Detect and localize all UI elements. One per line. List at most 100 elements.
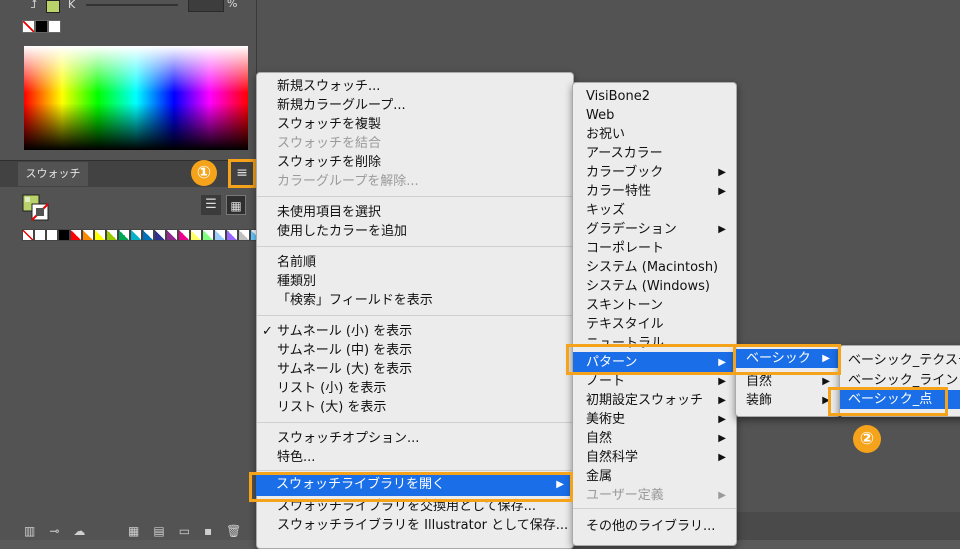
menu-item-label: 自然科学 xyxy=(586,450,639,465)
swatch-cell[interactable] xyxy=(238,229,250,241)
menu_main-item[interactable]: 使用したカラーを追加 xyxy=(257,222,573,241)
k-value-input[interactable] xyxy=(188,0,224,12)
swatch-cell[interactable] xyxy=(70,229,82,241)
menu-separator xyxy=(257,315,573,316)
menu_library-item[interactable]: お祝い xyxy=(573,125,736,144)
menu_main-item[interactable]: サムネール (小) を表示 ✓ xyxy=(257,322,573,341)
menu_library-item[interactable]: Web xyxy=(573,106,736,125)
menu_main-item[interactable]: スウォッチオプション... xyxy=(257,429,573,448)
menu-item-label: システム (Macintosh) xyxy=(586,260,719,275)
menu_main-item[interactable]: スウォッチを複製 xyxy=(257,115,573,134)
grid-icon[interactable]: ▦ xyxy=(128,524,139,540)
menu_library-item[interactable]: カラーブック ▶ xyxy=(573,163,736,182)
swap-arrow-icon[interactable]: ⮥ xyxy=(30,0,37,12)
swatch-cell[interactable] xyxy=(118,229,130,241)
menu_library-item[interactable]: スキントーン xyxy=(573,296,736,315)
swatch-cell[interactable] xyxy=(58,229,70,241)
menu_library-item[interactable]: コーポレート xyxy=(573,239,736,258)
menu_main-item[interactable]: スウォッチライブラリを Illustrator として保存... xyxy=(257,516,573,535)
menu_library-item[interactable]: 金属 xyxy=(573,467,736,486)
menu_library-item[interactable]: カラー特性 ▶ xyxy=(573,182,736,201)
swatch-cell[interactable] xyxy=(166,229,178,241)
white-swatch[interactable] xyxy=(48,20,61,33)
highlight-open-library xyxy=(249,472,573,502)
k-slider[interactable] xyxy=(86,4,178,6)
swatch-cell[interactable] xyxy=(130,229,142,241)
menu-item-label: スウォッチライブラリを Illustrator として保存... xyxy=(277,518,569,533)
menu_main-item[interactable]: リスト (大) を表示 xyxy=(257,398,573,417)
menu-item-label: 装飾 xyxy=(746,393,773,408)
swatch-cell[interactable] xyxy=(46,229,58,241)
menu_main-item[interactable]: 新規カラーグループ... xyxy=(257,96,573,115)
menu_pattern-item[interactable]: 装飾 ▶ xyxy=(736,391,840,410)
menu_basic-item[interactable]: ベーシック_テクスチャ xyxy=(840,351,960,370)
black-swatch[interactable] xyxy=(35,20,48,33)
fill-stroke-indicator[interactable] xyxy=(22,194,50,222)
k-channel-label: K xyxy=(68,0,76,11)
trash-icon[interactable]: 🗑 xyxy=(226,524,241,540)
menu_library-item[interactable]: テキスタイル xyxy=(573,315,736,334)
swatch-cell[interactable] xyxy=(106,229,118,241)
menu-item-label: サムネール (中) を表示 xyxy=(277,343,413,358)
swatch-cell[interactable] xyxy=(142,229,154,241)
swatch-cell[interactable] xyxy=(202,229,214,241)
menu_library-item[interactable]: 自然 ▶ xyxy=(573,429,736,448)
menu-item-label: その他のライブラリ... xyxy=(586,519,716,534)
current-fill-swatch[interactable] xyxy=(46,0,60,13)
submenu-arrow-icon: ▶ xyxy=(718,186,726,197)
menu_library-item[interactable]: 初期設定スウォッチ ▶ xyxy=(573,391,736,410)
menu-item-label: ノート xyxy=(586,374,626,389)
swatch-cell[interactable] xyxy=(226,229,238,241)
menu-item-label: コーポレート xyxy=(586,241,665,256)
menu_main-item[interactable]: サムネール (大) を表示 xyxy=(257,360,573,379)
swatch-cell[interactable] xyxy=(82,229,94,241)
submenu-arrow-icon: ▶ xyxy=(718,490,726,501)
menu_main-item[interactable]: リスト (小) を表示 xyxy=(257,379,573,398)
tab-swatches[interactable]: スウォッチ xyxy=(18,162,88,186)
link-icon[interactable]: ⊸ xyxy=(49,524,59,540)
menu_library-item[interactable]: VisiBone2 xyxy=(573,87,736,106)
options-icon[interactable]: ▤ xyxy=(153,524,164,540)
swatch-none[interactable] xyxy=(22,229,34,241)
menu_library-item[interactable]: システム (Windows) xyxy=(573,277,736,296)
check-icon: ✓ xyxy=(262,324,273,339)
menu-item-label: カラー特性 xyxy=(586,184,652,199)
menu_library-item[interactable]: グラデーション ▶ xyxy=(573,220,736,239)
panel-bottom-tools-right: ▦ ▤ ▭ ▪ 🗑 xyxy=(128,524,241,540)
grid-view-button[interactable]: ▦ xyxy=(226,195,246,215)
menu_library-item[interactable]: その他のライブラリ... xyxy=(573,517,736,536)
menu_main-item[interactable]: 種類別 xyxy=(257,272,573,291)
new-swatch-icon[interactable]: ▪ xyxy=(204,524,212,540)
menu-separator xyxy=(257,246,573,247)
swatch-cell[interactable] xyxy=(178,229,190,241)
color-spectrum[interactable] xyxy=(24,46,248,150)
none-swatch[interactable] xyxy=(22,20,35,33)
menu_main-item: カラーグループを解除... xyxy=(257,172,573,191)
menu_library-item[interactable]: 自然科学 ▶ xyxy=(573,448,736,467)
swatch-registration[interactable] xyxy=(34,229,46,241)
menu-item-label: アースカラー xyxy=(586,146,663,161)
swatch-cell[interactable] xyxy=(94,229,106,241)
menu_library-item[interactable]: キッズ xyxy=(573,201,736,220)
menu_main-item[interactable]: サムネール (中) を表示 xyxy=(257,341,573,360)
menu_main-item[interactable]: 「検索」フィールドを表示 xyxy=(257,291,573,310)
swatch-cell[interactable] xyxy=(190,229,202,241)
menu_library-item[interactable]: システム (Macintosh) xyxy=(573,258,736,277)
menu_main-item[interactable]: 新規スウォッチ... xyxy=(257,77,573,96)
menu-item-label: リスト (大) を表示 xyxy=(277,400,387,415)
menu_main-item[interactable]: 名前順 xyxy=(257,253,573,272)
folder-icon[interactable]: ▭ xyxy=(179,524,190,540)
menu-separator xyxy=(257,470,573,471)
menu_main-item[interactable]: スウォッチを削除 xyxy=(257,153,573,172)
menu_main-item[interactable]: 特色... xyxy=(257,448,573,467)
menu_main-item[interactable]: 未使用項目を選択 xyxy=(257,203,573,222)
library-icon[interactable]: ▥ xyxy=(24,524,35,540)
menu_library-item[interactable]: 美術史 ▶ xyxy=(573,410,736,429)
cloud-icon[interactable]: ☁ xyxy=(73,524,85,540)
submenu-arrow-icon: ▶ xyxy=(718,167,726,178)
swatch-cell[interactable] xyxy=(154,229,166,241)
swatch-cell[interactable] xyxy=(214,229,226,241)
step-1-marker: ① xyxy=(191,160,217,186)
list-view-button[interactable]: ☰ xyxy=(201,195,221,215)
menu_library-item[interactable]: アースカラー xyxy=(573,144,736,163)
